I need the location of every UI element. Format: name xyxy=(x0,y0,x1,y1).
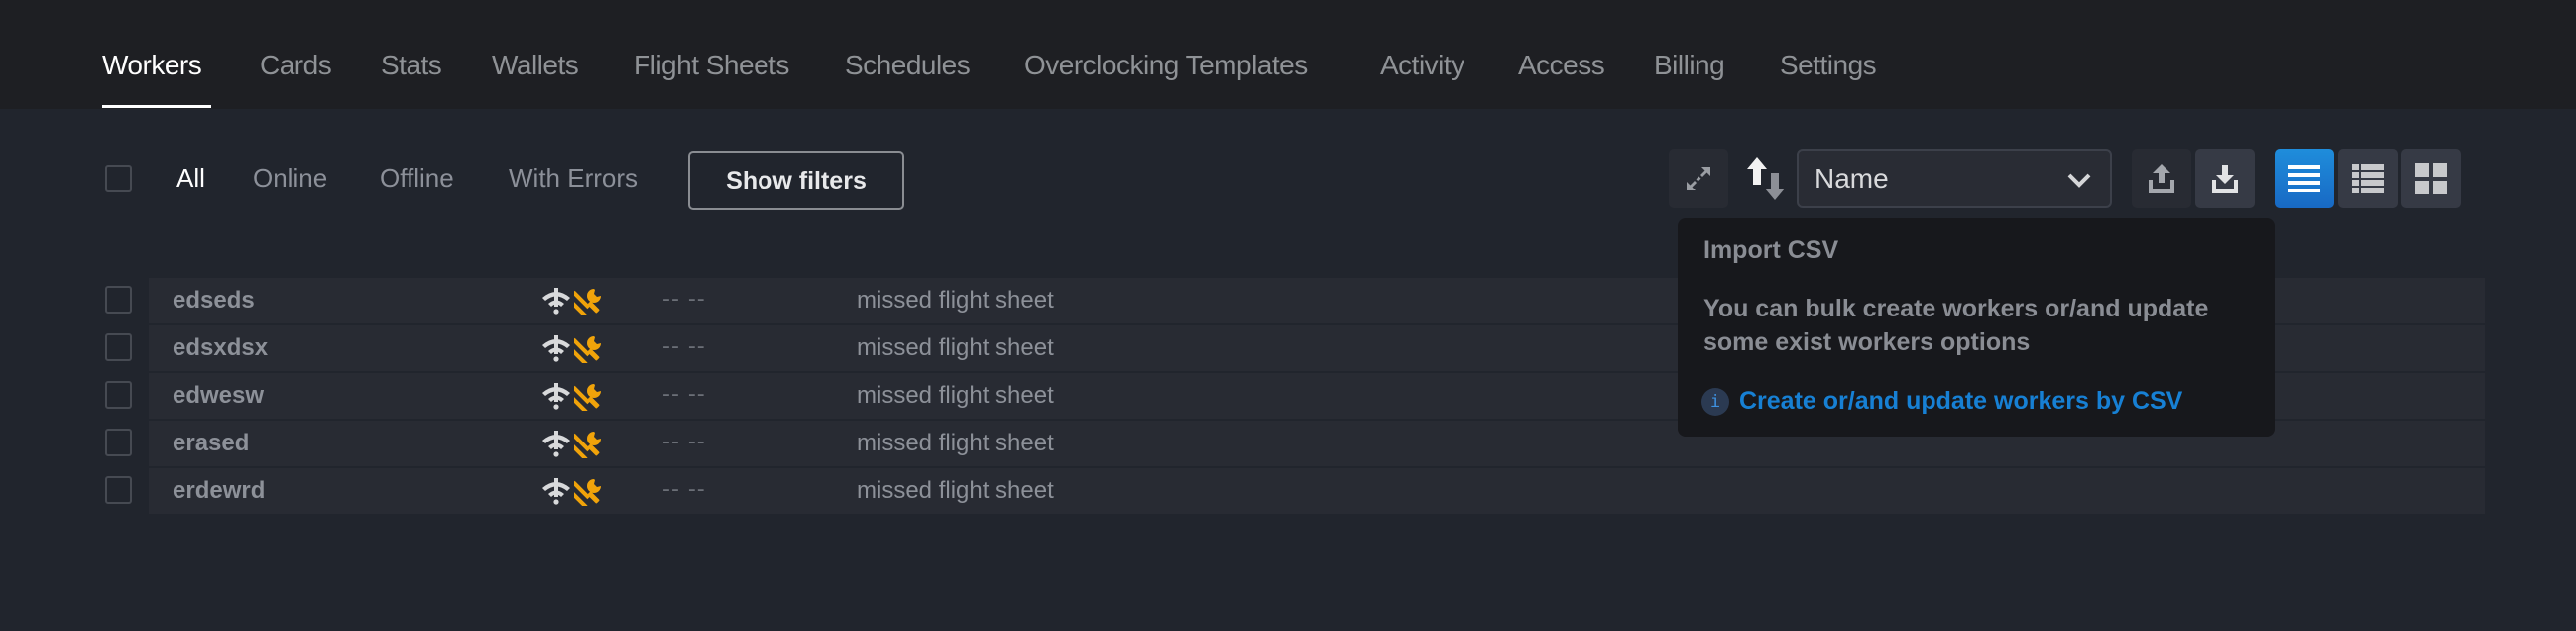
filter-offline[interactable]: Offline xyxy=(380,163,454,193)
worker-status-icons xyxy=(540,381,604,411)
filter-all[interactable]: All xyxy=(176,163,205,193)
csv-help-link-text[interactable]: Create or/and update workers by CSV xyxy=(1739,387,2182,416)
detailed-list-view-button[interactable] xyxy=(2338,149,2398,208)
worker-name[interactable]: erdewrd xyxy=(173,477,265,505)
tab-cards[interactable]: Cards xyxy=(260,50,332,81)
no-signal-icon xyxy=(542,478,570,505)
worker-hashrate: -- -- xyxy=(662,334,706,359)
tools-icon xyxy=(574,384,601,411)
sort-up-down-icon xyxy=(1747,157,1785,200)
worker-checkbox[interactable] xyxy=(105,381,132,409)
import-csv-button[interactable] xyxy=(2195,149,2255,208)
worker-status-text: missed flight sheet xyxy=(857,382,1054,409)
tools-icon xyxy=(574,479,601,506)
tab-schedules[interactable]: Schedules xyxy=(845,50,971,81)
worker-name[interactable]: edwesw xyxy=(173,382,264,410)
worker-status-icons xyxy=(540,286,604,316)
grid-view-button[interactable] xyxy=(2401,149,2461,208)
worker-hashrate: -- -- xyxy=(662,477,706,502)
tools-icon xyxy=(574,432,601,458)
no-signal-icon xyxy=(542,383,570,410)
csv-help-link[interactable]: i Create or/and update workers by CSV xyxy=(1701,387,2182,416)
worker-checkbox[interactable] xyxy=(105,286,132,314)
popover-title: Import CSV xyxy=(1703,236,1839,264)
list-view-icon xyxy=(2288,165,2320,192)
worker-name[interactable]: erased xyxy=(173,430,249,457)
tab-activity[interactable]: Activity xyxy=(1380,50,1464,81)
filter-online[interactable]: Online xyxy=(253,163,327,193)
worker-checkbox[interactable] xyxy=(105,476,132,504)
list-view-button[interactable] xyxy=(2275,149,2334,208)
worker-status-icons xyxy=(540,333,604,363)
chevron-down-icon xyxy=(2067,173,2091,188)
grid-view-icon xyxy=(2415,163,2447,194)
upload-icon xyxy=(2149,164,2174,193)
filter-with-errors[interactable]: With Errors xyxy=(509,163,638,193)
import-csv-popover: Import CSV You can bulk create workers o… xyxy=(1678,218,2275,437)
expand-button[interactable] xyxy=(1669,149,1728,208)
worker-status-text: missed flight sheet xyxy=(857,477,1054,504)
expand-arrows-icon xyxy=(1687,167,1710,190)
info-icon: i xyxy=(1701,387,1729,416)
sort-by-value: Name xyxy=(1815,163,1889,193)
sort-by-select[interactable]: Name xyxy=(1797,149,2112,208)
no-signal-icon xyxy=(542,335,570,362)
tab-settings[interactable]: Settings xyxy=(1780,50,1877,81)
tab-wallets[interactable]: Wallets xyxy=(492,50,579,81)
top-nav: Workers Cards Stats Wallets Flight Sheet… xyxy=(0,0,2576,109)
select-all-checkbox[interactable] xyxy=(105,165,132,192)
tab-stats[interactable]: Stats xyxy=(381,50,442,81)
worker-hashrate: -- -- xyxy=(662,430,706,454)
tools-icon xyxy=(574,336,601,363)
worker-checkbox[interactable] xyxy=(105,429,132,456)
worker-status-icons xyxy=(540,476,604,506)
tab-access[interactable]: Access xyxy=(1518,50,1605,81)
worker-status-text: missed flight sheet xyxy=(857,430,1054,456)
tab-flight-sheets[interactable]: Flight Sheets xyxy=(634,50,789,81)
worker-row[interactable]: erdewrd -- -- missed flight sheet xyxy=(149,468,2485,514)
export-button[interactable] xyxy=(2132,149,2191,208)
worker-checkbox[interactable] xyxy=(105,333,132,361)
download-icon xyxy=(2212,165,2238,193)
worker-status-icons xyxy=(540,429,604,458)
tab-workers[interactable]: Workers xyxy=(102,50,202,81)
tab-overclocking-templates[interactable]: Overclocking Templates xyxy=(1024,50,1308,81)
sort-direction-toggle[interactable] xyxy=(1745,155,1787,202)
no-signal-icon xyxy=(542,288,570,315)
worker-hashrate: -- -- xyxy=(662,287,706,312)
tab-billing[interactable]: Billing xyxy=(1654,50,1725,81)
show-filters-button[interactable]: Show filters xyxy=(688,151,904,210)
worker-hashrate: -- -- xyxy=(662,382,706,407)
detailed-list-view-icon xyxy=(2352,164,2384,193)
popover-description: You can bulk create workers or/and updat… xyxy=(1703,295,2209,356)
tools-icon xyxy=(574,289,601,316)
worker-status-text: missed flight sheet xyxy=(857,334,1054,361)
active-tab-indicator xyxy=(102,105,211,108)
worker-status-text: missed flight sheet xyxy=(857,287,1054,314)
worker-name[interactable]: edseds xyxy=(173,287,255,315)
worker-name[interactable]: edsxdsx xyxy=(173,334,268,362)
no-signal-icon xyxy=(542,431,570,457)
